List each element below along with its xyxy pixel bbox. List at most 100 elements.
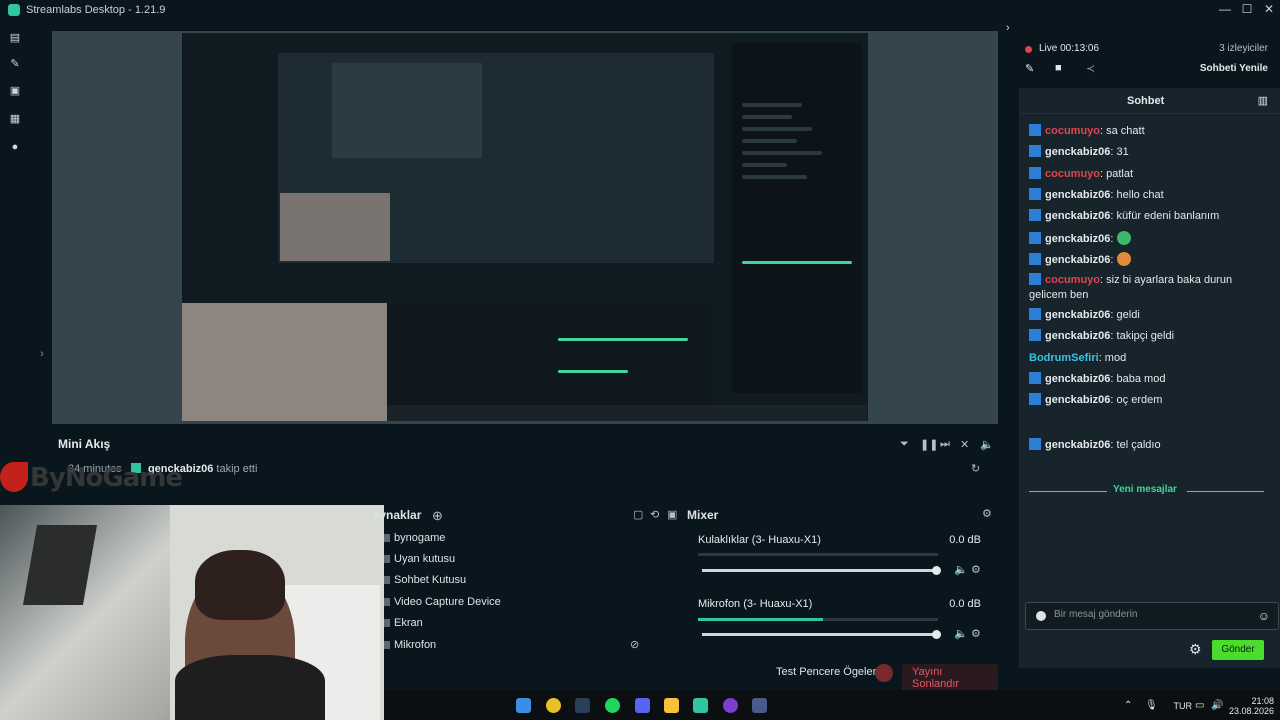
volume-slider-knob[interactable] <box>932 566 941 575</box>
taskbar-clock[interactable]: 21:08 23.08.2026 <box>1229 696 1274 716</box>
nested-sources <box>387 303 552 413</box>
chat-header: Sohbet ▥ <box>1019 88 1280 114</box>
share-icon[interactable]: ≺ <box>1086 62 1095 75</box>
platform-badge-icon <box>1029 372 1041 384</box>
chat-input[interactable] <box>1054 609 1244 620</box>
platform-badge-icon <box>1029 273 1041 286</box>
skip-icon[interactable]: ⏭ <box>940 438 950 451</box>
tray-chevron-icon[interactable]: ⌃ <box>1124 700 1132 711</box>
sources-title: Kaynaklar <box>374 508 422 522</box>
chrome-icon[interactable] <box>546 698 561 713</box>
pause-icon[interactable]: ❚❚ <box>920 438 938 451</box>
close-button[interactable]: ✕ <box>1258 0 1280 18</box>
file-explorer-icon[interactable] <box>664 698 679 713</box>
studio-icon[interactable]: ▦ <box>9 113 21 125</box>
minimize-button[interactable]: — <box>1214 0 1236 18</box>
store-icon[interactable]: ▣ <box>9 85 21 97</box>
chat-text: : hello chat <box>1110 188 1164 201</box>
source-item[interactable]: Ekran <box>384 617 423 629</box>
streamlabs-taskbar-icon[interactable] <box>693 698 708 713</box>
volume-slider[interactable] <box>702 566 941 575</box>
channel-settings-icon[interactable]: ⚙ <box>971 627 981 640</box>
microphone-icon[interactable]: 🎙 <box>1145 700 1158 711</box>
collapse-right-icon[interactable]: › <box>1006 22 1010 34</box>
platform-badge-icon <box>1029 187 1041 200</box>
chat-username[interactable]: genckabiz06 <box>1045 439 1110 451</box>
chat-username[interactable]: genckabiz06 <box>1045 309 1110 321</box>
mute-icon[interactable]: 🔈 <box>954 627 968 640</box>
live-icon[interactable]: ● <box>9 141 21 153</box>
mute-alerts-icon[interactable]: ✕ <box>960 438 969 451</box>
repeat-alert-icon[interactable]: ↻ <box>971 462 980 475</box>
themes-icon[interactable]: ✎ <box>9 58 21 70</box>
volume-icon[interactable]: 🔈 <box>980 438 994 451</box>
send-button[interactable]: Gönder <box>1212 640 1264 660</box>
chat-username[interactable]: genckabiz06 <box>1045 373 1110 385</box>
mixer-settings-icon[interactable]: ⚙ <box>982 507 992 520</box>
steam-icon[interactable] <box>575 698 590 713</box>
test-widgets-button[interactable]: Test Pencere Ögeleri <box>776 666 879 678</box>
end-stream-button[interactable]: Yayını Sonlandır <box>902 664 998 692</box>
mute-icon[interactable]: 🔈 <box>954 563 968 576</box>
mixer-channel-db: 0.0 dB <box>949 598 981 610</box>
collapse-left-icon[interactable]: › <box>36 348 48 360</box>
source-item[interactable]: bynogame <box>383 532 445 544</box>
camera-icon[interactable]: ■ <box>1055 62 1062 74</box>
chat-username[interactable]: BodrumSefiri <box>1029 352 1099 364</box>
record-button[interactable] <box>875 664 893 682</box>
mixer-channel-name: Mikrofon (3- Huaxu-X1) <box>698 598 813 610</box>
chat-text: : takipçi geldi <box>1110 330 1175 343</box>
start-icon[interactable] <box>516 698 531 713</box>
spotify-icon[interactable] <box>605 698 620 713</box>
speaker-icon[interactable]: 🔊 <box>1211 700 1223 711</box>
chat-username[interactable]: genckabiz06 <box>1045 330 1110 342</box>
maximize-button[interactable]: ☐ <box>1236 0 1258 18</box>
chat-text: : oç erdem <box>1110 394 1163 407</box>
chat-username[interactable]: genckabiz06 <box>1045 146 1110 158</box>
language-indicator[interactable]: TUR <box>1174 701 1193 711</box>
nested-webcam <box>280 193 390 261</box>
source-item[interactable]: Video Capture Device <box>384 596 501 608</box>
discord-icon[interactable] <box>635 698 650 713</box>
chat-username[interactable]: genckabiz06 <box>1045 189 1110 201</box>
refresh-chat-button[interactable]: Sohbeti Yenile <box>1200 63 1268 74</box>
remove-source-icon[interactable]: ▣ <box>667 508 677 521</box>
nested-preview <box>332 63 482 158</box>
volume-slider-knob[interactable] <box>932 630 941 639</box>
chat-username[interactable]: genckabiz06 <box>1045 210 1110 222</box>
bynogame-logo-icon <box>0 462 28 492</box>
source-item[interactable]: Uyan kutusu <box>383 553 455 565</box>
preview-capture <box>182 33 868 421</box>
source-item[interactable]: Sohbet Kutusu <box>383 574 466 586</box>
source-item[interactable]: Mikrofon <box>383 639 436 651</box>
edit-stream-icon[interactable]: ✎ <box>1025 62 1034 75</box>
platform-badge-icon <box>1029 231 1041 244</box>
app-icon[interactable] <box>752 698 767 713</box>
add-source-icon[interactable]: ⊕ <box>432 508 443 524</box>
windows-taskbar: ⌃ 🎙 TUR ▭ 🔊 21:08 23.08.2026 <box>384 690 1280 720</box>
chat-input-box[interactable]: ☺ <box>1025 602 1279 630</box>
chat-settings-icon[interactable]: ⚙ <box>1189 641 1202 658</box>
filter-icon[interactable]: ⏷ <box>900 438 909 451</box>
platform-badge-icon <box>1029 252 1041 265</box>
emoji-icon[interactable]: ☺ <box>1258 609 1270 623</box>
feed-event-action: takip etti <box>216 463 258 475</box>
visibility-icon[interactable]: ⊘ <box>630 638 639 651</box>
folder-icon[interactable]: ▢ <box>633 508 643 521</box>
chat-username[interactable]: cocumuyo <box>1045 125 1100 137</box>
chat-username[interactable]: cocumuyo <box>1045 168 1100 180</box>
chat-username[interactable]: genckabiz06 <box>1045 254 1110 266</box>
volume-slider[interactable] <box>702 630 941 639</box>
chat-username[interactable]: genckabiz06 <box>1045 233 1110 245</box>
webcam-overlay <box>0 505 384 720</box>
chat-username[interactable]: cocumuyo <box>1045 274 1100 286</box>
chat-message: genckabiz06: geldi <box>1029 308 1269 323</box>
message-icon <box>1036 611 1046 621</box>
channel-settings-icon[interactable]: ⚙ <box>971 563 981 576</box>
editor-icon[interactable]: ▤ <box>9 32 21 44</box>
network-icon[interactable]: ▭ <box>1195 700 1204 711</box>
app-icon[interactable] <box>723 698 738 713</box>
chat-users-icon[interactable]: ▥ <box>1258 94 1268 107</box>
chat-username[interactable]: genckabiz06 <box>1045 394 1110 406</box>
source-settings-icon[interactable]: ⟲ <box>650 508 659 521</box>
